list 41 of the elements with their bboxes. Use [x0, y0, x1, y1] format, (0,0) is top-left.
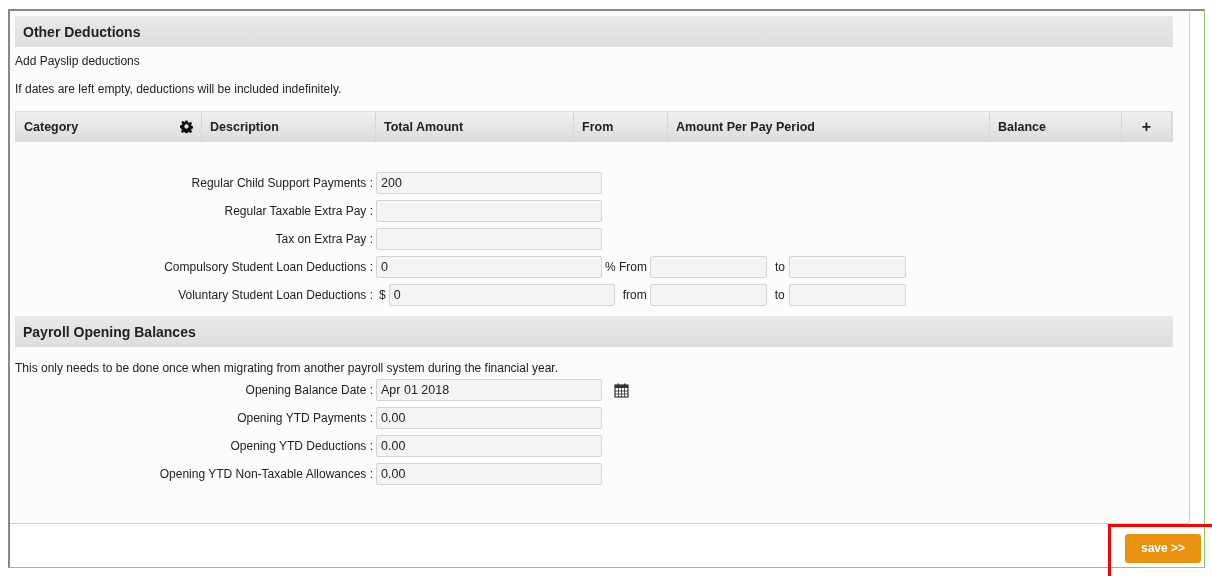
input-field[interactable] — [376, 200, 602, 222]
field-label: Opening YTD Non-Taxable Allowances : — [158, 467, 374, 481]
input-field[interactable] — [788, 284, 906, 306]
note-text: If dates are left empty, deductions will be included indefinitely. — [15, 81, 343, 98]
field-label: % From — [604, 260, 648, 274]
input-field[interactable]: 0 — [376, 256, 602, 278]
currency-sign: $ — [378, 288, 387, 302]
input-field[interactable] — [650, 256, 767, 278]
column-header: From — [574, 112, 668, 141]
calendar-icon[interactable] — [614, 382, 629, 398]
field-label: Opening YTD Payments : — [236, 411, 374, 425]
field-label: Opening Balance Date : — [244, 383, 374, 397]
section-header: Payroll Opening Balances — [15, 316, 1173, 347]
field-label: Voluntary Student Loan Deductions : — [177, 288, 374, 302]
input-field[interactable]: Apr 01 2018 — [376, 379, 602, 401]
input-field[interactable]: 0.00 — [376, 435, 602, 457]
field-label: Opening YTD Deductions : — [229, 439, 374, 453]
input-field[interactable] — [789, 256, 906, 278]
field-label: to — [773, 288, 786, 302]
field-label: Regular Child Support Payments : — [190, 176, 374, 190]
field-label: from — [621, 288, 648, 302]
field-label: Regular Taxable Extra Pay : — [223, 204, 374, 218]
column-header: Total Amount — [376, 112, 574, 141]
add-button[interactable]: + — [1122, 112, 1172, 141]
section-header: Other Deductions — [15, 16, 1173, 47]
input-field[interactable]: 0 — [388, 284, 615, 306]
note-text: This only needs to be done once when migrating from another payroll system during the financial year. — [15, 361, 559, 375]
column-header: Balance — [990, 112, 1122, 141]
field-label: to — [774, 260, 786, 274]
input-field[interactable]: 0.00 — [376, 463, 602, 485]
column-header: Description — [202, 112, 376, 141]
input-field[interactable]: 0.00 — [376, 407, 602, 429]
column-header: Category — [16, 112, 202, 141]
field-label: Compulsory Student Loan Deductions : — [163, 260, 374, 274]
settings-icon[interactable] — [180, 120, 193, 133]
input-field[interactable]: 200 — [376, 172, 602, 194]
input-field[interactable] — [376, 228, 602, 250]
field-label: Tax on Extra Pay : — [274, 232, 374, 246]
input-field[interactable] — [649, 284, 767, 306]
note-text: Add Payslip deductions — [15, 53, 141, 70]
column-header: Amount Per Pay Period — [668, 112, 990, 141]
